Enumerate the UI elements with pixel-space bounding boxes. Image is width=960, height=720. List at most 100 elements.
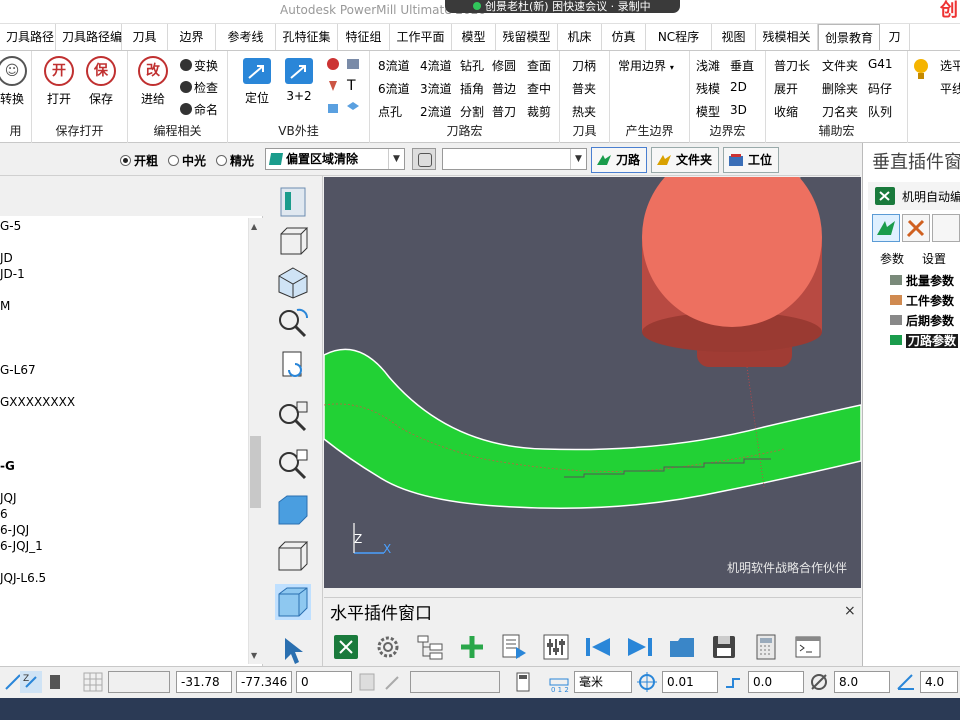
tree-item[interactable]: GXXXXXXXX [0,395,75,409]
terminal-icon[interactable] [794,633,822,661]
tree-item[interactable]: -G [0,459,15,473]
common-boundary-dropdown[interactable]: 常用边界 ▾ [618,57,674,74]
thickness-icon[interactable] [722,671,744,693]
macro-drill[interactable]: 钻孔 [460,57,484,74]
gear-icon[interactable] [374,633,402,661]
settings-subtab[interactable]: 设置 [922,250,946,267]
tab-reference[interactable]: 参考线 [216,24,276,50]
hierarchy-icon[interactable] [416,633,444,661]
camera-icon[interactable] [346,57,360,71]
tab-view[interactable]: 视图 [712,24,756,50]
radio-finish[interactable]: 精光 [216,152,254,169]
toolpath-button[interactable]: 刀路 [591,147,647,173]
tree-item[interactable]: JQJ [0,491,17,505]
list-play-icon[interactable] [500,633,528,661]
pen-icon[interactable] [382,671,404,693]
post-params-item[interactable]: 后期参数 [890,312,954,329]
aux-code[interactable]: 码仔 [868,80,892,97]
save-button[interactable]: 保 保存 [82,56,120,107]
scroll-up-icon[interactable]: ▲ [251,222,257,231]
3d-viewport[interactable]: Z X [324,177,861,588]
convert-button[interactable]: ☺ 转换 [0,56,32,107]
tool-view-icon[interactable] [275,184,311,220]
tree-item[interactable]: G-5 [0,219,21,233]
skip-forward-icon[interactable] [626,633,654,661]
rename-button[interactable]: 命名 [180,101,218,118]
pointer-icon[interactable] [275,632,311,668]
boundary-shallow[interactable]: 浅滩 [696,57,720,74]
diameter-field[interactable]: 8.0 [834,671,890,693]
excel-icon[interactable] [332,633,360,661]
secondary-select[interactable]: ▼ [442,148,587,170]
tree-item[interactable]: G-L67 [0,363,36,377]
close-icon[interactable]: × [844,603,856,619]
wire-cube-icon[interactable] [275,538,311,574]
tab-toolpath-edit[interactable]: 刀具路径编 [56,24,122,50]
aux-tool-length[interactable]: 普刀长 [774,57,810,74]
tab-workplane[interactable]: 工作平面 [390,24,452,50]
boundary-stock[interactable]: 残模 [696,80,720,97]
aux-tool-name-folder[interactable]: 刀名夹 [822,103,858,120]
tool-normal-clamp[interactable]: 普夹 [572,80,596,97]
grid-icon[interactable] [82,671,104,693]
coord-x-field[interactable]: -31.78 [176,671,232,693]
tree-item[interactable]: 6-JQJ [0,523,29,537]
tree-item[interactable]: JD [0,251,13,265]
workpos-button[interactable]: 工位 [723,147,779,173]
aux-queue[interactable]: 队列 [868,103,892,120]
value-field[interactable]: 4.0 [920,671,958,693]
tab-toolpath[interactable]: 刀具路径 [0,24,56,50]
locate-button[interactable]: 定位 [236,56,278,106]
tree-item[interactable]: 6-JQJ_1 [0,539,43,553]
check-button[interactable]: 检查 [180,79,218,96]
tab-stock-related[interactable]: 残模相关 [756,24,818,50]
text-icon[interactable]: T [347,78,356,94]
shape-button[interactable] [412,148,436,170]
tab-chuangjing-edu[interactable]: 创景教育 [818,24,880,50]
zoom-fit-icon[interactable] [275,398,311,434]
macro-8-channel[interactable]: 8流道 [378,57,410,74]
boundary-3d[interactable]: 3D [730,103,747,117]
macro-corner[interactable]: 插角 [460,80,484,97]
radio-rough[interactable]: 开粗 [120,152,158,169]
layers-icon[interactable] [346,101,360,115]
zoom-box-icon[interactable] [275,446,311,482]
tab-tool-more[interactable]: 刀 [880,24,910,50]
scroll-down-icon[interactable]: ▼ [251,651,257,660]
cleanup-icon[interactable] [326,57,340,71]
wire-cube-icon[interactable] [275,224,311,260]
zoom-refresh-icon[interactable] [275,304,311,340]
calculator-icon[interactable] [512,671,534,693]
crosshair-icon[interactable] [636,671,658,693]
meeting-overlay[interactable]: 创景老杜(新) 困快速会议 · 录制中 [445,0,680,13]
tab-simulation[interactable]: 仿真 [602,24,646,50]
tab-boundary[interactable]: 边界 [168,24,216,50]
boundary-model[interactable]: 模型 [696,103,720,120]
aux-g41[interactable]: G41 [868,57,893,71]
sliders-icon[interactable] [542,633,570,661]
toolpath-tab[interactable] [872,214,900,242]
transform-button[interactable]: 变换 [180,57,218,74]
spindle-icon[interactable] [44,671,66,693]
aux-folder[interactable]: 文件夹 [822,57,858,74]
page-refresh-icon[interactable] [275,348,311,384]
open-button[interactable]: 开 打开 [40,56,78,107]
coord-y-field[interactable]: -77.346 [236,671,292,693]
tab-nc-program[interactable]: NC程序 [646,24,712,50]
macro-check-center[interactable]: 查中 [527,80,551,97]
cube-icon[interactable] [326,101,340,115]
ruler-icon[interactable]: 0 1 2 [548,671,570,693]
save-disk-icon[interactable] [710,633,738,661]
folder-button[interactable]: 文件夹 [651,147,719,173]
tab-feature-group[interactable]: 特征组 [338,24,390,50]
tool-heat-clamp[interactable]: 热夹 [572,103,596,120]
calculator-icon[interactable] [752,633,780,661]
diameter-icon[interactable] [808,671,830,693]
tab-hole-features[interactable]: 孔特征集 [276,24,338,50]
macro-normal-tool[interactable]: 普刀 [492,103,516,120]
aux-expand[interactable]: 展开 [774,80,798,97]
coord-field-blank[interactable] [108,671,170,693]
tolerance-field[interactable]: 0.01 [662,671,718,693]
tree-item[interactable]: JQJ-L6.5 [0,571,46,585]
coord-z-field[interactable]: 0 [296,671,352,693]
